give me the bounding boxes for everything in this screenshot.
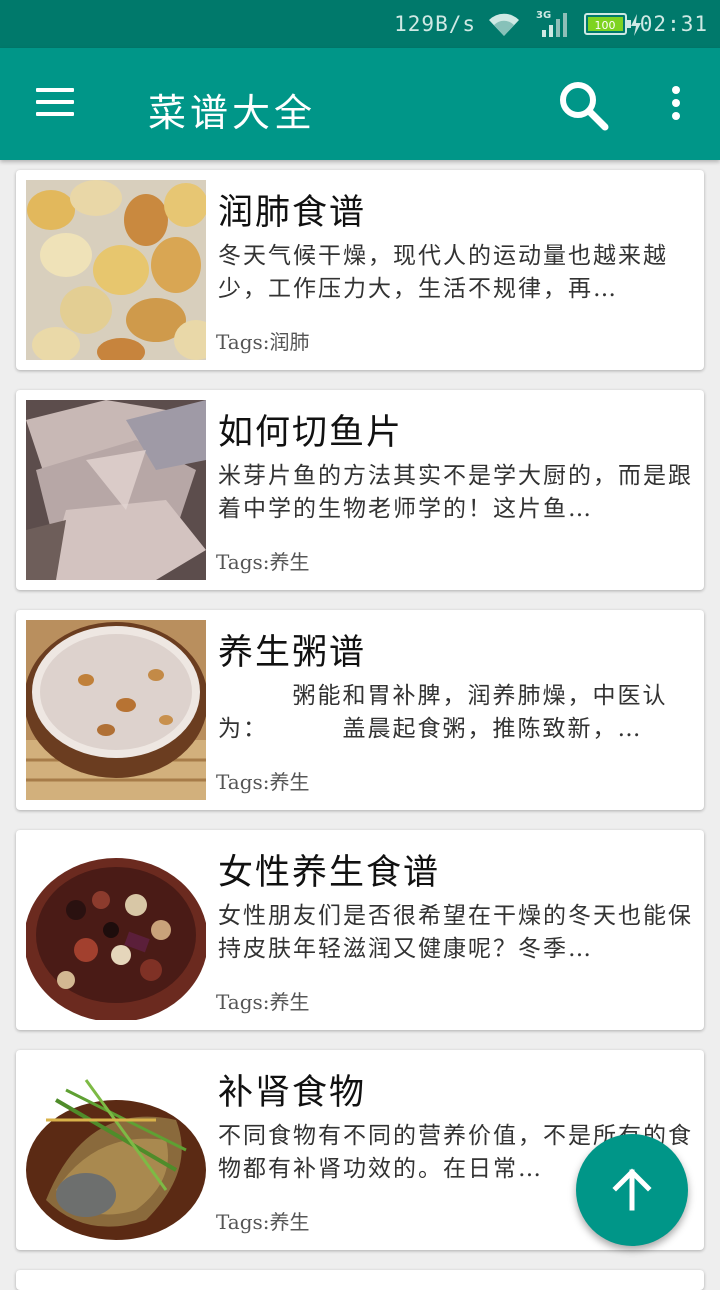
recipe-tags: Tags:养生 (216, 770, 310, 794)
recipe-description: 粥能和胃补脾，润养肺燥，中医认为： 盖晨起食粥，推陈致新，… (218, 683, 668, 742)
more-vert-icon[interactable] (666, 86, 686, 126)
recipe-tags: Tags:养生 (216, 1210, 310, 1234)
page-title: 菜谱大全 (148, 91, 317, 135)
braised-fish-photo (26, 1060, 206, 1240)
sliced-fish-photo (26, 400, 206, 580)
recipe-tags: Tags:润肺 (216, 330, 310, 354)
recipe-card[interactable]: 女性养生食谱 女性朋友们是否很希望在干燥的冬天也能保持皮肤年轻滋润又健康呢？冬季… (16, 830, 704, 1030)
recipe-card[interactable]: 养生粥谱 粥能和胃补脾，润养肺燥，中医认为： 盖晨起食粥，推陈致新，… Tags… (16, 610, 704, 810)
clock: 02:31 (639, 12, 708, 36)
arrow-up-icon (612, 1168, 652, 1211)
status-bar: 129B/s 3G 100 02:31 (0, 0, 720, 48)
congee-bowl-photo (26, 620, 206, 800)
recipe-title: 如何切鱼片 (218, 413, 404, 453)
recipe-title: 养生粥谱 (218, 633, 367, 673)
wifi-icon (489, 13, 519, 36)
ginkgo-nuts-photo (26, 180, 206, 360)
svg-text:3G: 3G (536, 10, 551, 21)
recipe-description: 女性朋友们是否很希望在干燥的冬天也能保持皮肤年轻滋润又健康呢？冬季… (218, 903, 693, 962)
recipe-title: 女性养生食谱 (218, 853, 441, 893)
recipe-title: 补肾食物 (218, 1073, 367, 1113)
recipe-description: 冬天气候干燥，现代人的运动量也越来越少，工作压力大，生活不规律，再… (218, 243, 668, 302)
recipe-card-partial[interactable] (16, 1270, 704, 1290)
svg-text:100: 100 (595, 19, 616, 32)
hamburger-menu-icon[interactable] (36, 88, 76, 120)
recipe-card[interactable]: 如何切鱼片 米芽片鱼的方法其实不是学大厨的，而是跟着中学的生物老师学的！这片鱼…… (16, 390, 704, 590)
bean-stew-photo (26, 840, 206, 1020)
network-speed: 129B/s (394, 12, 476, 36)
app-bar: 菜谱大全 (0, 48, 720, 160)
recipe-title: 润肺食谱 (218, 193, 367, 233)
recipe-description: 米芽片鱼的方法其实不是学大厨的，而是跟着中学的生物老师学的！这片鱼… (218, 463, 693, 522)
signal-icon: 3G (536, 10, 567, 37)
scroll-to-top-button[interactable] (576, 1134, 688, 1246)
search-icon[interactable] (556, 78, 610, 132)
recipe-tags: Tags:养生 (216, 550, 310, 574)
battery-icon: 100 (584, 13, 631, 35)
recipe-tags: Tags:养生 (216, 990, 310, 1014)
recipe-card[interactable]: 润肺食谱 冬天气候干燥，现代人的运动量也越来越少，工作压力大，生活不规律，再… … (16, 170, 704, 370)
